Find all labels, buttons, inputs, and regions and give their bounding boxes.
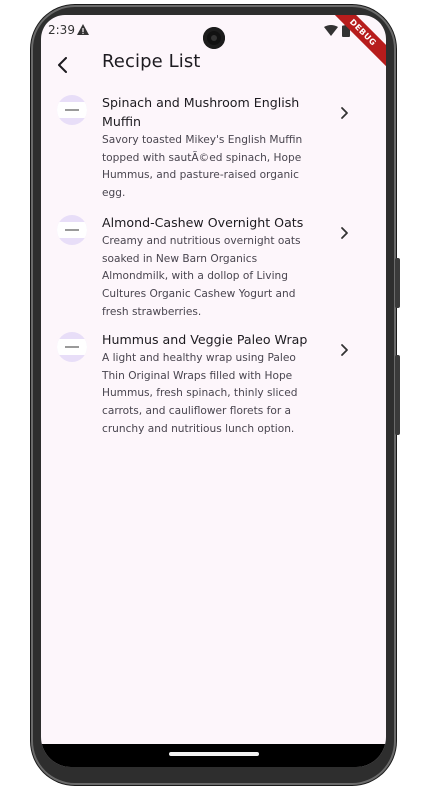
recipe-description: crunchy and nutritious lunch option.	[102, 422, 295, 435]
home-gesture-handle[interactable]	[169, 752, 259, 756]
recipe-text: Hummus and Veggie Paleo Wrap A light and…	[102, 330, 332, 438]
recipe-description: egg.	[102, 187, 126, 200]
recipe-image	[57, 222, 87, 238]
page-title: Recipe List	[102, 51, 201, 72]
recipe-description: Thin Original Wraps filled with Hope	[102, 369, 293, 382]
recipe-description: Almondmilk, with a dollop of Living	[102, 270, 288, 283]
chevron-right-icon	[341, 227, 348, 239]
volume-button	[395, 258, 400, 308]
back-button[interactable]	[47, 49, 79, 81]
recipe-text: Spinach and Mushroom English Muffin Savo…	[102, 93, 332, 202]
recipe-description: topped with sautÃ©ed spinach, Hope	[102, 151, 302, 164]
recipe-description: Cultures Organic Cashew Yogurt and	[102, 288, 296, 301]
recipe-image	[57, 339, 87, 355]
app-screen: 2:39 DEBUG Recipe List Spinach and Mushr…	[41, 15, 386, 767]
wifi-icon	[324, 25, 338, 36]
chevron-right-icon	[341, 107, 348, 119]
recipe-title: Hummus and Veggie Paleo Wrap	[102, 332, 308, 347]
recipe-description: carrots, and cauliflower florets for a	[102, 405, 292, 418]
power-button	[395, 355, 400, 435]
recipe-description: Savory toasted Mikey's English Muffin	[102, 134, 303, 146]
recipe-thumbnail	[57, 95, 87, 125]
app-bar: Recipe List	[41, 45, 386, 85]
recipe-text: Almond-Cashew Overnight Oats Creamy and …	[102, 213, 332, 321]
recipe-item-overnight-oats[interactable]: Almond-Cashew Overnight Oats Creamy and …	[41, 213, 386, 330]
recipe-description: Hummus, and pasture-raised organic	[102, 169, 299, 182]
recipe-list: Spinach and Mushroom English Muffin Savo…	[41, 93, 386, 440]
chevron-right-icon	[341, 344, 348, 356]
warning-icon	[77, 24, 89, 35]
recipe-description: Hummus, fresh spinach, thinly sliced	[102, 387, 298, 400]
recipe-thumbnail	[57, 332, 87, 362]
recipe-description: soaked in New Barn Organics	[102, 252, 258, 265]
recipe-description: A light and healthy wrap using Paleo	[102, 352, 296, 364]
recipe-title: Spinach and Mushroom English	[102, 95, 300, 110]
recipe-item-spinach-muffin[interactable]: Spinach and Mushroom English Muffin Savo…	[41, 93, 386, 213]
status-bar: 2:39 DEBUG	[41, 15, 386, 70]
recipe-description: fresh strawberries.	[102, 305, 202, 318]
recipe-image	[57, 102, 87, 118]
arrow-back-icon	[58, 57, 67, 73]
recipe-item-paleo-wrap[interactable]: Hummus and Veggie Paleo Wrap A light and…	[41, 330, 386, 440]
recipe-title: Muffin	[102, 114, 142, 129]
recipe-title: Almond-Cashew Overnight Oats	[102, 215, 304, 230]
recipe-thumbnail	[57, 215, 87, 245]
recipe-description: Creamy and nutritious overnight oats	[102, 235, 301, 247]
status-time: 2:39	[48, 23, 75, 37]
